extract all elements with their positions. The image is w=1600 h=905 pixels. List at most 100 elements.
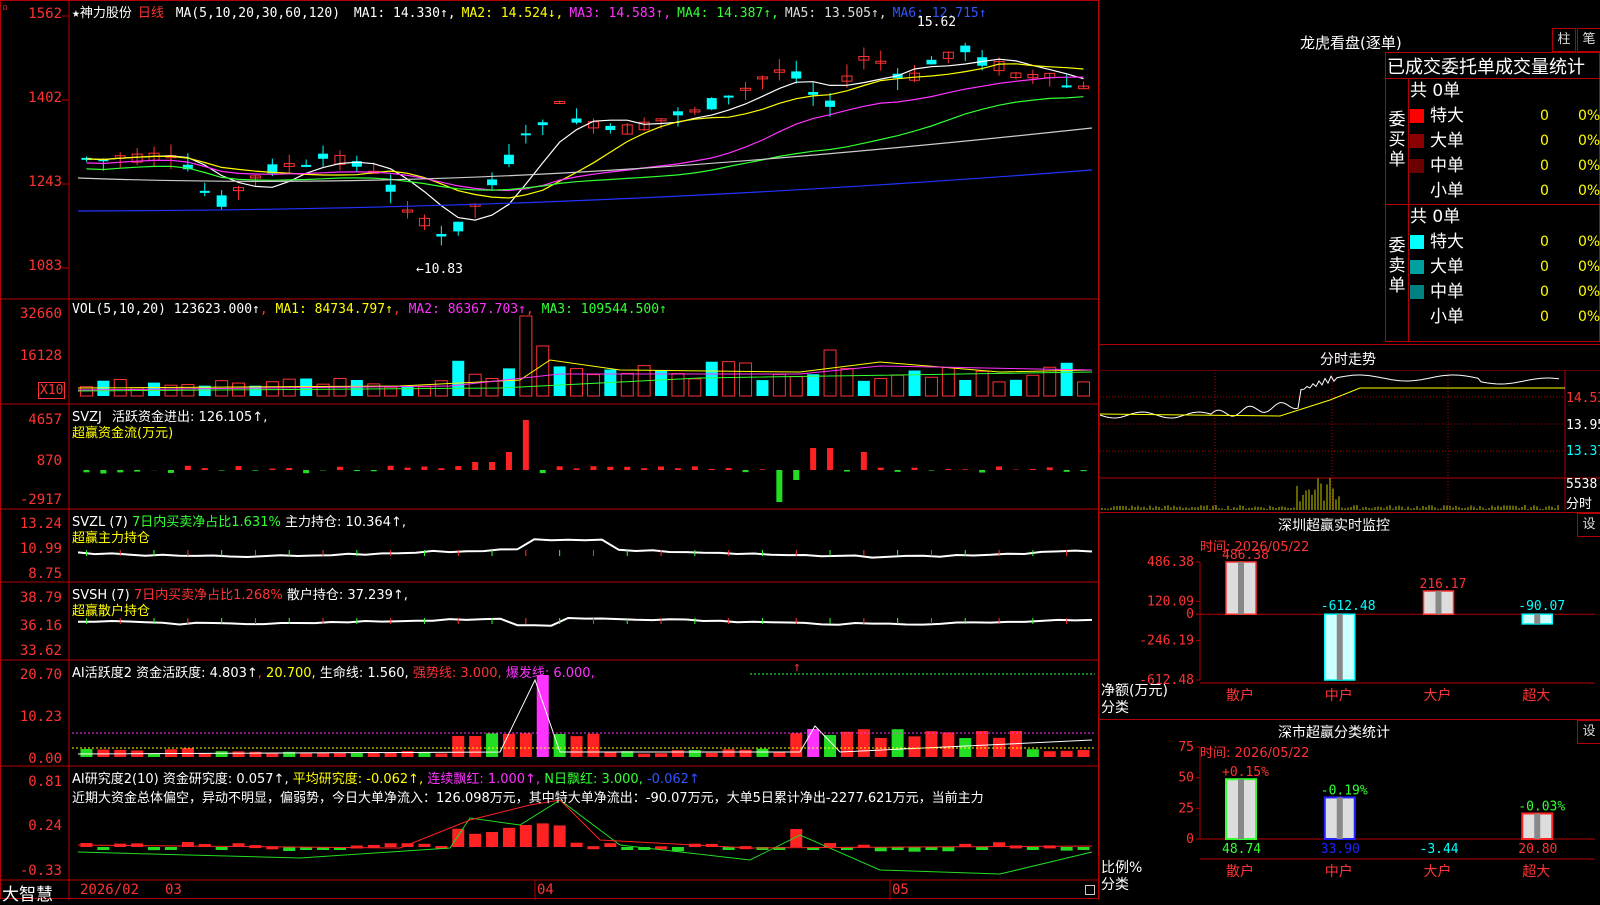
ytick-ai1-0: 20.70 [0, 667, 62, 683]
svzj-bar [405, 468, 411, 470]
ai2-b: 平均研究度: -0.062↑, [293, 772, 423, 787]
stats-bar-shade [1534, 813, 1540, 839]
stats-category-label: 超大 [1522, 864, 1550, 880]
volume-bar [1061, 363, 1073, 396]
svzj-bar [117, 470, 123, 472]
ai1-bar [756, 749, 768, 757]
svzj-bar [928, 470, 934, 471]
volume-bar [1010, 380, 1022, 396]
stats-change-label: +0.15% [1222, 765, 1269, 780]
lock-icon[interactable] [1085, 885, 1095, 895]
app-logo: 大智慧 [2, 880, 53, 905]
svzj-bar [337, 467, 343, 470]
ai1-bar [773, 752, 785, 757]
tick-mode-button[interactable]: 笔 [1577, 28, 1600, 52]
ytick-ai2-0: 0.81 [0, 774, 62, 790]
lhb-subtitle: 已成交委托单成交量统计 [1387, 53, 1600, 79]
bar-mode-button[interactable]: 柱 [1552, 28, 1576, 52]
row-label: 大单 [1430, 131, 1464, 151]
ai1-bars [78, 675, 1092, 757]
volume-bar [841, 368, 853, 396]
candle-body [673, 111, 683, 115]
svzj-bar [523, 420, 529, 470]
row-label: 中单 [1430, 156, 1464, 176]
ai2-bar [520, 825, 532, 847]
svzj-bar [100, 470, 106, 474]
svzj-bar [827, 448, 833, 470]
ytick-main-1: 1402 [0, 90, 62, 106]
ai1-bar [1044, 751, 1056, 757]
stock-name[interactable]: 神力股份 [80, 6, 132, 21]
high-label: 15.62 [917, 15, 956, 30]
ai1-bar [909, 736, 921, 757]
svzj-bar [455, 466, 461, 470]
sell-row: 大单00% [1410, 255, 1600, 279]
ai2-header: AI研究度2(10) 资金研究度: 0.057↑, 平均研究度: -0.062↑… [72, 768, 700, 787]
volume-bar [1044, 367, 1056, 396]
svzj-sub: 超赢资金流(万元) [72, 422, 173, 441]
ai1-bar [97, 750, 109, 757]
volume-bar [756, 380, 768, 396]
candle-body [436, 234, 446, 236]
ytick-main-2: 1243 [0, 174, 62, 190]
period-label[interactable]: 日线 [138, 6, 164, 21]
svsh-line [78, 618, 1092, 626]
svsh-a: 7日内买卖净占比1.268% [134, 588, 283, 603]
ai1-bar [182, 748, 194, 757]
svzj-bar [202, 468, 208, 470]
row-count: 0 [1540, 129, 1549, 153]
buy-row: 大单00% [1410, 129, 1600, 153]
svzl-line [78, 539, 1092, 557]
monitor-chart: 486.38120.090-246.19-612.48486.38散户-612.… [1100, 512, 1600, 717]
svzj-bar [252, 470, 258, 471]
ytick-vol-1: 16128 [0, 348, 62, 364]
svzj-bar [624, 467, 630, 470]
buy-row: 中单00% [1410, 154, 1600, 178]
svzj-bar [1047, 467, 1053, 470]
candle-body [521, 133, 531, 135]
row-label: 小单 [1430, 307, 1464, 327]
star-icon[interactable]: ★ [72, 6, 80, 21]
legend-swatch [1410, 134, 1424, 148]
svzj-bar [979, 470, 985, 473]
monitor-bar-shade [1337, 614, 1343, 680]
row-label: 特大 [1430, 106, 1464, 126]
monitor-bar-shade [1534, 614, 1540, 624]
stats-category-label: 大户 [1424, 863, 1452, 880]
ai1-bar [655, 753, 667, 757]
sell-row: 小单00% [1410, 305, 1600, 329]
svzj-bar [912, 468, 918, 470]
ai1-bar [723, 749, 735, 757]
sell-row: 中单00% [1410, 280, 1600, 304]
ytick-svzj-2: -2917 [0, 492, 62, 508]
ma-line [87, 59, 1084, 220]
ai1-bar [452, 736, 464, 757]
ai2-bar [672, 847, 684, 851]
volume-bar [351, 380, 363, 396]
monitor-ytick-label: 0 [1186, 607, 1194, 622]
svzj-bar [574, 468, 580, 470]
buy-side-label: 委买单 [1387, 110, 1407, 170]
ai2-bar [97, 847, 109, 850]
ai2-bar [909, 847, 921, 852]
svzj-bar [303, 470, 309, 473]
ai1-header: AI活跃度2 资金活跃度: 4.803↑, 20.700, 生命线: 1.560… [72, 662, 595, 681]
sell-side-label: 委卖单 [1387, 236, 1407, 296]
svzj-bar [168, 470, 174, 473]
ytick-svzj-1: 870 [0, 453, 62, 469]
ai1-bar [469, 736, 481, 757]
volume-bar [587, 375, 599, 396]
ai1-bar [385, 752, 397, 757]
fenshi-avg [1100, 388, 1565, 416]
volume-bar [706, 362, 718, 396]
ai2-bar [165, 847, 177, 850]
candle-body [707, 98, 717, 109]
vol-ma3: MA3: 109544.500↑ [542, 302, 667, 317]
volume-bar [976, 371, 988, 396]
svzj-bar [489, 462, 495, 470]
candle-body [318, 154, 328, 159]
svzj-bar [709, 469, 715, 470]
sell-total: 共 0单 [1410, 205, 1600, 229]
ma-legend-item: MA3: 14.583↑, [569, 6, 671, 21]
ai2-bar [942, 847, 954, 851]
